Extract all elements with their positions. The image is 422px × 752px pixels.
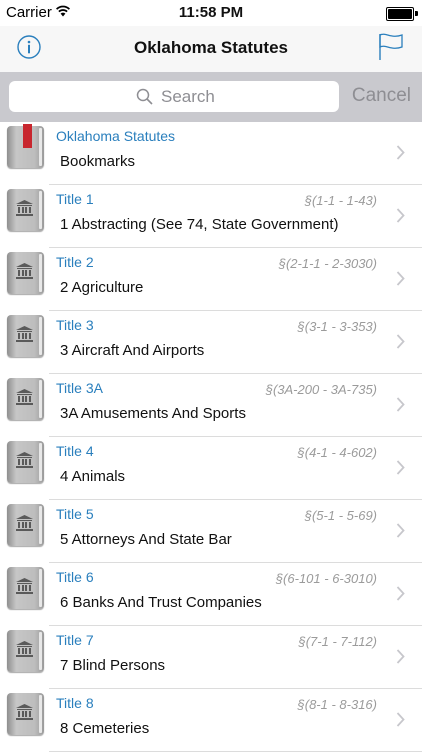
row-title: Title 1 [56,191,94,207]
row-range: §(2-1-1 - 2-3030) [278,256,377,271]
chevron-right-icon [396,523,405,538]
row-subtitle: 3 Aircraft And Airports [60,342,205,359]
row-subtitle: Bookmarks [60,153,136,170]
row-title: Oklahoma Statutes [56,128,176,144]
list-item-title-5[interactable]: Title 5 §(5-1 - 5-69) 5 Attorneys And St… [0,500,422,563]
row-subtitle: 1 Abstracting (See 74, State Government) [60,216,339,233]
row-range: §(3A-200 - 3A-735) [265,382,377,397]
cancel-button[interactable]: Cancel [352,85,411,107]
courthouse-book-icon [7,504,44,546]
row-title: Title 8 [56,695,94,711]
list-item-title-3a[interactable]: Title 3A §(3A-200 - 3A-735) 3A Amusement… [0,374,422,437]
list-item-title-3[interactable]: Title 3 §(3-1 - 3-353) 3 Aircraft And Ai… [0,311,422,374]
chevron-right-icon [396,208,405,223]
chevron-right-icon [396,334,405,349]
chevron-right-icon [396,460,405,475]
row-range: §(5-1 - 5-69) [304,508,377,523]
courthouse-book-icon [7,378,44,420]
row-subtitle: 7 Blind Persons [60,657,166,674]
row-subtitle: 2 Agriculture [60,279,144,296]
battery-tip [415,11,418,16]
row-title: Title 3A [56,380,103,396]
row-subtitle: 6 Banks And Trust Companies [60,594,262,611]
search-input[interactable]: Search [9,81,339,112]
courthouse-book-icon [7,315,44,357]
courthouse-book-icon [7,441,44,483]
navigation-bar: Oklahoma Statutes [0,26,422,72]
list-item-bookmarks[interactable]: Oklahoma Statutes Bookmarks [0,122,422,185]
chevron-right-icon [396,145,405,160]
chevron-right-icon [396,271,405,286]
chevron-right-icon [396,712,405,727]
bookmark-book-icon [7,124,44,168]
courthouse-book-icon [7,189,44,231]
row-range: §(6-101 - 6-3010) [275,571,377,586]
search-icon [136,88,153,105]
status-bar: Carrier 11:58 PM [0,0,422,26]
list-item-title-4[interactable]: Title 4 §(4-1 - 4-602) 4 Animals [0,437,422,500]
row-title: Title 5 [56,506,94,522]
list-item-title-6[interactable]: Title 6 §(6-101 - 6-3010) 6 Banks And Tr… [0,563,422,626]
row-subtitle: 3A Amusements And Sports [60,405,246,422]
row-range: §(4-1 - 4-602) [297,445,377,460]
battery-icon [386,7,414,21]
row-title: Title 3 [56,317,94,333]
statutes-list: Oklahoma Statutes Bookmarks Title 1 §(1-… [0,122,422,752]
flag-icon[interactable] [378,33,404,61]
clock: 11:58 PM [178,4,244,21]
page-title: Oklahoma Statutes [134,38,288,57]
row-title: Title 6 [56,569,94,585]
list-item-title-1[interactable]: Title 1 §(1-1 - 1-43) 1 Abstracting (See… [0,185,422,248]
row-subtitle: 5 Attorneys And State Bar [60,531,232,548]
row-title: Title 7 [56,632,94,648]
row-title: Title 4 [56,443,94,459]
row-range: §(1-1 - 1-43) [304,193,377,208]
chevron-right-icon [396,397,405,412]
row-range: §(3-1 - 3-353) [297,319,377,334]
courthouse-book-icon [7,693,44,735]
search-bar: Search Cancel [0,72,422,122]
row-subtitle: 4 Animals [60,468,126,485]
courthouse-book-icon [7,630,44,672]
courthouse-book-icon [7,252,44,294]
chevron-right-icon [396,586,405,601]
list-item-title-8[interactable]: Title 8 §(8-1 - 8-316) 8 Cemeteries [0,689,422,752]
list-item-title-2[interactable]: Title 2 §(2-1-1 - 2-3030) 2 Agriculture [0,248,422,311]
courthouse-book-icon [7,567,44,609]
chevron-right-icon [396,649,405,664]
row-range: §(7-1 - 7-112) [298,634,377,649]
row-title: Title 2 [56,254,94,270]
list-item-title-7[interactable]: Title 7 §(7-1 - 7-112) 7 Blind Persons [0,626,422,689]
search-placeholder: Search [161,87,215,106]
row-range: §(8-1 - 8-316) [297,697,377,712]
row-subtitle: 8 Cemeteries [60,720,150,737]
